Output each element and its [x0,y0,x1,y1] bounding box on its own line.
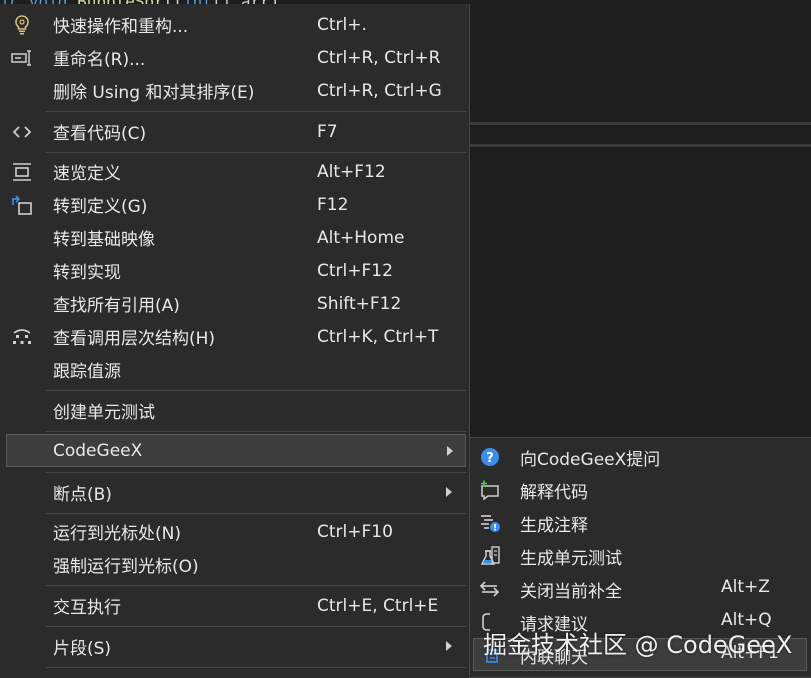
submenu-item-label: 生成单元测试 [520,549,622,569]
menu-item-rename[interactable]: 重命名(R)... Ctrl+R, Ctrl+R [0,41,469,74]
menu-item-shortcut: Alt+Home [317,227,405,248]
menu-item-label: 创建单元测试 [53,403,155,423]
menu-item-run-to-cursor[interactable]: 运行到光标处(N) Ctrl+F10 [0,515,469,548]
explain-comment-icon [478,479,502,501]
menu-separator [46,667,466,668]
submenu-arrow-icon [447,446,453,456]
menu-item-track-value-source[interactable]: 跟踪值源 [0,353,469,386]
code-brackets-icon [10,121,34,143]
submenu-arrow-icon [446,487,452,497]
menu-item-label: 快速操作和重构... [53,17,189,37]
submenu-item-ask-codegeex[interactable]: ? 向CodeGeeX提问 [470,440,811,473]
swap-arrows-icon [478,578,502,600]
menu-item-label: 查找所有引用(A) [53,296,180,316]
menu-item-label: 重命名(R)... [53,50,146,70]
menu-item-label: 跟踪值源 [53,362,121,382]
menu-item-label: CodeGeeX [53,440,143,461]
menu-item-shortcut: Ctrl+. [317,14,367,35]
menu-item-remove-usings[interactable]: 删除 Using 和对其排序(E) Ctrl+R, Ctrl+G [0,74,469,107]
submenu-item-close-completion[interactable]: 关闭当前补全 Alt+Z [470,572,811,605]
submenu-item-explain-code[interactable]: 解释代码 [470,473,811,506]
menu-item-label: 交互执行 [53,598,121,618]
menu-item-go-to-base[interactable]: 转到基础映像 Alt+Home [0,221,469,254]
rename-icon [10,47,34,69]
menu-item-shortcut: Ctrl+R, Ctrl+R [317,47,441,68]
menu-item-label: 速览定义 [53,164,121,184]
submenu-item-label: 解释代码 [520,483,588,503]
generate-comment-icon: ! [478,512,502,534]
menu-item-shortcut: Shift+F12 [317,293,402,314]
menu-item-shortcut: Ctrl+E, Ctrl+E [317,595,439,616]
peek-definition-icon [10,161,34,183]
menu-item-label: 强制运行到光标(O) [53,557,199,577]
watermark: 掘金技术社区 @ CodeGeeX [483,631,793,659]
menu-item-execute-interactive[interactable]: 交互执行 Ctrl+E, Ctrl+E [0,589,469,622]
menu-item-label: 删除 Using 和对其排序(E) [53,83,255,103]
menu-separator [46,472,466,473]
context-menu: 快速操作和重构... Ctrl+. 重命名(R)... Ctrl+R, Ctrl… [0,4,470,678]
menu-item-shortcut: Ctrl+R, Ctrl+G [317,80,442,101]
menu-item-shortcut: Ctrl+F10 [317,521,393,542]
editor-divider [468,122,811,125]
lightbulb-icon [10,14,34,36]
submenu-item-shortcut: Alt+Z [721,577,770,597]
menu-item-breakpoint[interactable]: 断点(B) [0,476,469,509]
submenu-item-label: 关闭当前补全 [520,582,622,602]
menu-item-label: 运行到光标处(N) [53,524,181,544]
menu-item-go-to-implementation[interactable]: 转到实现 Ctrl+F12 [0,254,469,287]
svg-text:!: ! [493,524,497,534]
submenu-item-label: 向CodeGeeX提问 [520,450,661,470]
menu-item-force-run-to-cursor[interactable]: 强制运行到光标(O) [0,548,469,581]
submenu-item-generate-unit-tests[interactable]: 生成单元测试 [470,539,811,572]
question-icon: ? [478,446,502,468]
menu-item-label: 断点(B) [53,485,112,505]
call-hierarchy-icon [10,326,34,348]
menu-item-snippets[interactable]: 片段(S) [0,630,469,663]
menu-item-label: 片段(S) [53,639,112,659]
menu-separator [46,513,466,514]
menu-separator [46,431,466,432]
menu-item-view-code[interactable]: 查看代码(C) F7 [0,115,469,148]
menu-item-shortcut: Alt+F12 [317,161,386,182]
menu-item-shortcut: F12 [317,194,349,215]
menu-item-go-to-definition[interactable]: 转到定义(G) F12 [0,188,469,221]
menu-separator [46,111,466,112]
menu-item-find-all-references[interactable]: 查找所有引用(A) Shift+F12 [0,287,469,320]
menu-item-shortcut: Ctrl+F12 [317,260,393,281]
menu-separator [46,585,466,586]
unit-test-icon [478,545,502,567]
go-to-definition-icon [10,194,34,216]
menu-item-label: 转到基础映像 [53,230,155,250]
submenu-item-label: 生成注释 [520,516,588,536]
menu-item-quick-actions[interactable]: 快速操作和重构... Ctrl+. [0,8,469,41]
menu-item-codegeex[interactable]: CodeGeeX [6,434,466,467]
submenu-arrow-icon [446,641,452,651]
menu-item-create-unit-tests[interactable]: 创建单元测试 [0,394,469,427]
menu-item-call-hierarchy[interactable]: 查看调用层次结构(H) Ctrl+K, Ctrl+T [0,320,469,353]
menu-separator [46,390,466,391]
menu-separator [46,626,466,627]
submenu-item-generate-comment[interactable]: ! 生成注释 [470,506,811,539]
menu-separator [46,152,466,153]
menu-item-shortcut: F7 [317,121,338,142]
menu-item-label: 转到定义(G) [53,197,148,217]
menu-item-label: 查看代码(C) [53,124,147,144]
menu-item-peek-definition[interactable]: 速览定义 Alt+F12 [0,155,469,188]
menu-item-label: 转到实现 [53,263,121,283]
svg-text:?: ? [486,451,494,466]
menu-item-shortcut: Ctrl+K, Ctrl+T [317,326,439,347]
editor-divider [468,144,811,147]
menu-item-label: 查看调用层次结构(H) [53,329,216,349]
